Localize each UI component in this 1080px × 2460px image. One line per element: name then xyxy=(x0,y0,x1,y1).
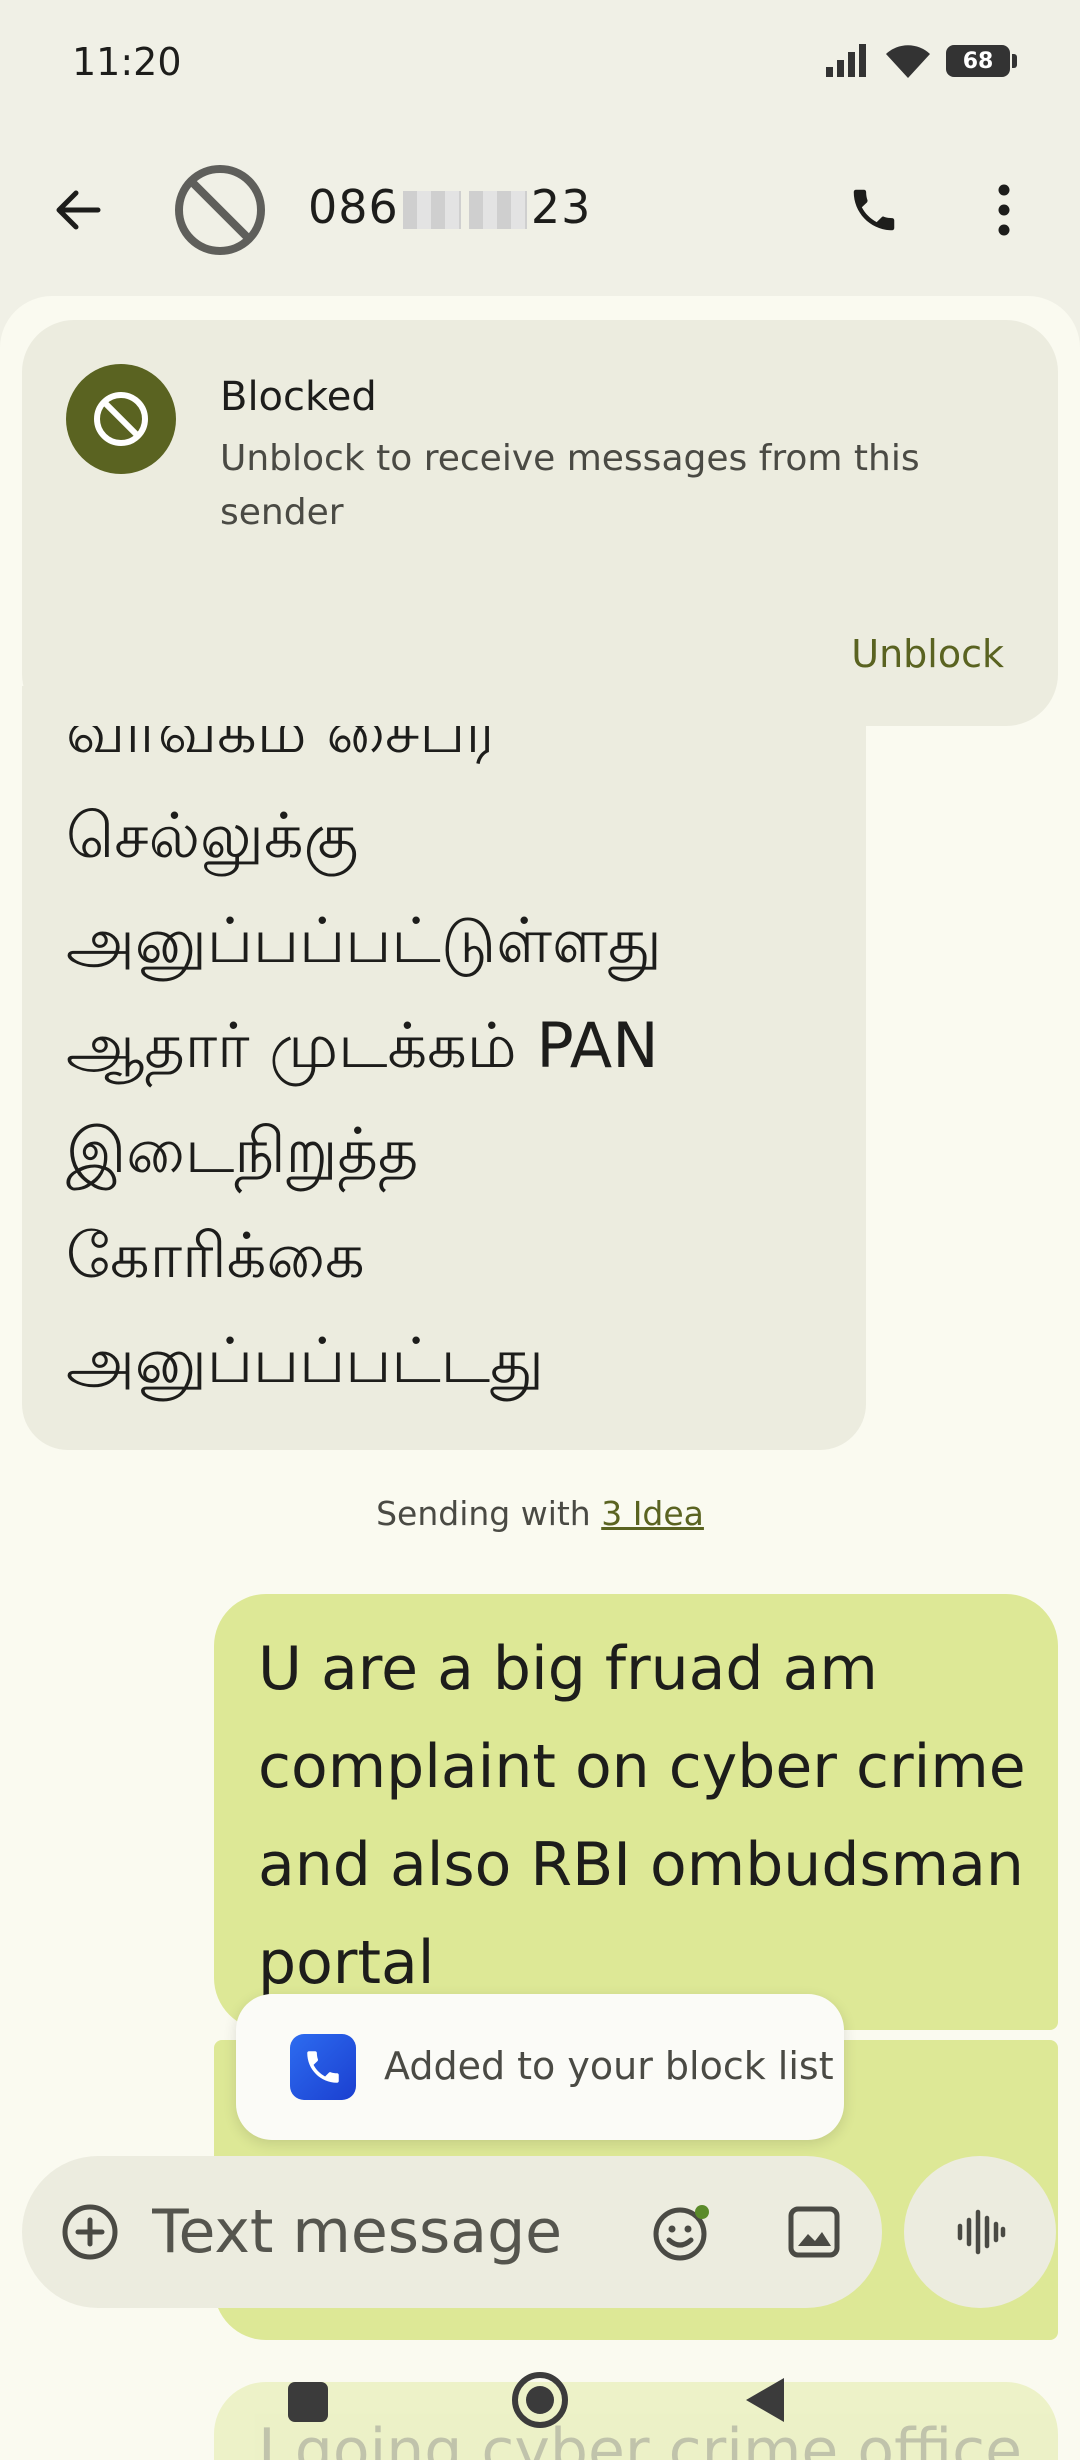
carrier-link[interactable]: 3 Idea xyxy=(601,1494,704,1533)
message-text: U are a big fruad am complaint on cyber … xyxy=(258,1634,1026,1998)
blocked-description: Unblock to receive messages from this se… xyxy=(220,438,920,533)
home-icon xyxy=(526,2386,554,2414)
contact-number-suffix: 23 xyxy=(530,180,592,234)
voice-message-button[interactable] xyxy=(904,2156,1056,2308)
gallery-button[interactable] xyxy=(774,2192,854,2272)
status-icons: 68 xyxy=(824,42,1017,80)
image-icon xyxy=(788,2206,840,2258)
block-list-toast: Added to your block list xyxy=(236,1994,844,2140)
redacted-digits xyxy=(402,191,461,229)
status-time: 11:20 xyxy=(72,40,182,84)
add-circle-icon xyxy=(62,2204,118,2260)
arrow-back-icon xyxy=(56,190,101,230)
block-icon xyxy=(175,165,265,255)
phone-icon xyxy=(307,2051,339,2083)
recents-button[interactable] xyxy=(288,2382,328,2422)
phone-icon xyxy=(853,189,895,231)
unblock-button[interactable]: Unblock xyxy=(851,632,1004,676)
contact-avatar[interactable] xyxy=(172,162,268,258)
block-icon xyxy=(94,392,148,446)
compose-bar xyxy=(22,2156,882,2308)
message-line: அனுப்பப்பட்டுள்ளது xyxy=(66,904,662,977)
message-line: இடைநிறுத்த xyxy=(66,1114,419,1187)
message-input[interactable] xyxy=(152,2192,632,2272)
battery-icon: 68 xyxy=(946,45,1017,77)
message-line: கோரிக்கை xyxy=(66,1219,365,1292)
more-options-button[interactable] xyxy=(966,172,1042,248)
add-attachment-button[interactable] xyxy=(52,2194,128,2270)
signal-icon xyxy=(826,44,866,77)
wifi-icon xyxy=(886,45,930,78)
message-line: செல்லுக்கு xyxy=(66,799,359,872)
incoming-message-bubble[interactable]: வாவகம சைபர செல்லுக்கு அனுப்பப்பட்டுள்ளது… xyxy=(22,686,866,1450)
outgoing-message-bubble[interactable]: U are a big fruad am complaint on cyber … xyxy=(214,1594,1058,2030)
blocked-badge xyxy=(66,364,176,474)
blocked-title: Blocked xyxy=(220,374,377,420)
emoji-icon xyxy=(653,2205,709,2261)
status-bar: 11:20 68 xyxy=(0,0,1080,130)
call-button[interactable] xyxy=(836,172,912,248)
redacted-digits xyxy=(468,191,527,229)
sending-with-info: Sending with 3 Idea xyxy=(0,1494,1080,1533)
emoji-button[interactable] xyxy=(642,2192,722,2272)
message-line: ஆதார் முடக்கம் PAN xyxy=(66,1009,659,1082)
more-vert-icon xyxy=(998,184,1010,236)
conversation-header: 086 23 xyxy=(0,150,1080,270)
voice-waveform-icon xyxy=(957,2209,1006,2255)
home-button[interactable] xyxy=(512,2372,568,2428)
phone-app-icon xyxy=(290,2034,356,2100)
sending-prefix: Sending with xyxy=(376,1494,602,1533)
contact-number-prefix: 086 xyxy=(308,180,399,234)
messages-screen: 11:20 68 086 23 Blocked Unblock to recei… xyxy=(0,0,1080,2460)
system-nav-bar xyxy=(0,2340,1080,2460)
blocked-notice: Blocked Unblock to receive messages from… xyxy=(22,320,1058,726)
back-button[interactable] xyxy=(40,172,116,248)
battery-level: 68 xyxy=(962,48,994,74)
toast-message: Added to your block list xyxy=(384,2044,834,2088)
message-line: அனுப்பப்பட்டது xyxy=(66,1324,544,1397)
contact-number[interactable]: 086 23 xyxy=(308,180,591,234)
system-back-button[interactable] xyxy=(746,2378,784,2422)
